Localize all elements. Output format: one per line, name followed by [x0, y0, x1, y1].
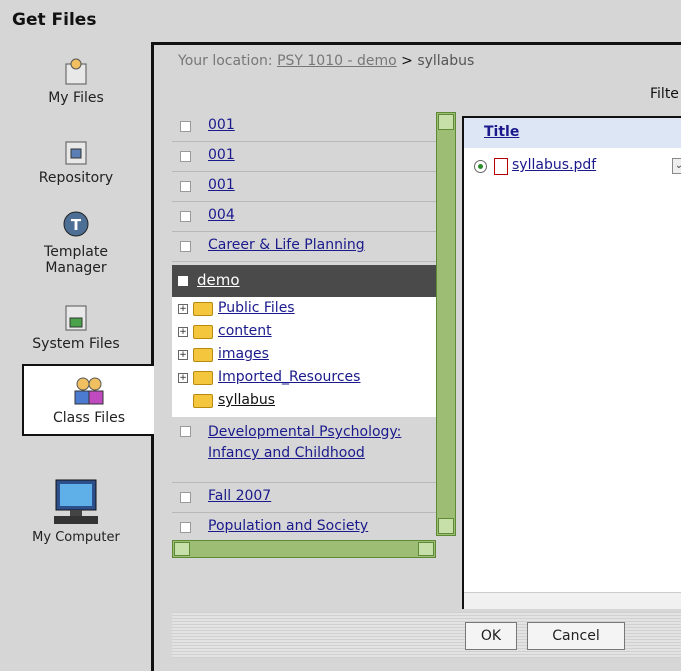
breadcrumb-current: syllabus: [417, 53, 475, 69]
tree-item-link[interactable]: 001: [208, 177, 235, 193]
subfolder-link[interactable]: images: [218, 346, 269, 362]
sidebar-item-repository[interactable]: Repository: [0, 134, 152, 186]
expand-icon[interactable]: +: [178, 350, 188, 360]
title-bar: Get Files: [0, 0, 681, 42]
tree-vertical-scrollbar[interactable]: [436, 112, 456, 536]
scroll-left-icon[interactable]: [174, 542, 190, 556]
filter-label: Filte: [650, 86, 679, 102]
expand-icon[interactable]: +: [178, 327, 188, 337]
open-folder-icon: [193, 394, 213, 408]
sidebar-item-my-files[interactable]: My Files: [0, 54, 152, 106]
tree-node-icon: [180, 181, 191, 192]
user-folder-icon: [65, 58, 87, 85]
sidebar-label: Repository: [38, 170, 114, 186]
sidebar-label: Template Manager: [44, 244, 108, 276]
collapse-node-icon: [178, 276, 188, 286]
users-group-icon: [74, 377, 104, 405]
folder-icon: [193, 348, 213, 362]
tree-node-icon: [180, 151, 191, 162]
tree-item-link[interactable]: Developmental Psychology: Infancy and Ch…: [208, 422, 433, 464]
breadcrumb-course-link[interactable]: PSY 1010 - demo: [277, 53, 397, 69]
sidebar-label: My Files: [48, 90, 104, 106]
computer-icon: [54, 479, 98, 524]
sidebar-item-my-computer[interactable]: My Computer: [0, 478, 152, 546]
breadcrumb-prefix: Your location:: [178, 53, 273, 69]
subfolder-link[interactable]: Public Files: [218, 300, 295, 316]
lock-folder-icon: [65, 141, 87, 165]
tree-item-link[interactable]: demo: [197, 271, 240, 289]
subfolder-link[interactable]: content: [218, 323, 272, 339]
sidebar-item-class-files[interactable]: Class Files: [22, 364, 154, 436]
tree-item-selected[interactable]: demo: [172, 265, 436, 297]
subfolder-list: + Public Files + content + images + Impo…: [172, 297, 436, 417]
tree-item[interactable]: Developmental Psychology: Infancy and Ch…: [172, 417, 436, 483]
tree-item-link[interactable]: 001: [208, 147, 235, 163]
folder-icon: [193, 302, 213, 316]
file-link[interactable]: syllabus.pdf: [512, 157, 596, 173]
tree-item-link[interactable]: 004: [208, 207, 235, 223]
scroll-down-icon[interactable]: [438, 518, 454, 534]
sidebar-item-template-manager[interactable]: T Template Manager: [0, 208, 152, 276]
ok-button[interactable]: OK: [465, 622, 517, 650]
pdf-icon: [494, 158, 508, 175]
subfolder-link[interactable]: syllabus: [218, 392, 275, 408]
tree-item[interactable]: Career & Life Planning: [172, 232, 436, 262]
file-list-horizontal-scrollbar[interactable]: [464, 592, 681, 609]
subfolder-link[interactable]: Imported_Resources: [218, 369, 360, 385]
system-folder-icon: [65, 305, 87, 331]
breadcrumb-separator: >: [401, 53, 413, 69]
download-icon[interactable]: ⌄: [672, 158, 681, 174]
folder-tree: 001 001 001 004 Career & Life Planning d…: [172, 112, 455, 558]
cancel-button[interactable]: Cancel: [527, 622, 625, 650]
tree-node-icon: [180, 211, 191, 222]
tree-node-icon: [180, 241, 191, 252]
tree-item-link[interactable]: Career & Life Planning: [208, 237, 365, 253]
breadcrumb: Your location: PSY 1010 - demo > syllabu…: [178, 53, 474, 69]
sidebar-item-system-files[interactable]: System Files: [0, 300, 152, 352]
file-select-radio[interactable]: [474, 160, 487, 173]
tree-item-link[interactable]: Fall 2007: [208, 488, 271, 504]
tree-item-link[interactable]: Population and Society: [208, 518, 368, 534]
tree-item[interactable]: 004: [172, 202, 436, 232]
expand-icon[interactable]: +: [178, 304, 188, 314]
tree-node-icon: [180, 522, 191, 533]
tree-item-link[interactable]: 001: [208, 117, 235, 133]
file-list: Title syllabus.pdf ⌄: [462, 116, 681, 609]
sidebar-label: System Files: [32, 336, 120, 352]
column-header-title[interactable]: Title: [464, 118, 681, 148]
tree-horizontal-scrollbar[interactable]: [172, 540, 436, 558]
tree-item[interactable]: 001: [172, 142, 436, 172]
tree-item[interactable]: Population and Society: [172, 513, 436, 543]
column-title-label[interactable]: Title: [484, 124, 519, 140]
scroll-up-icon[interactable]: [438, 114, 454, 130]
scroll-right-icon[interactable]: [418, 542, 434, 556]
svg-text:T: T: [71, 216, 82, 234]
tree-node-icon: [180, 426, 191, 437]
folder-icon: [193, 371, 213, 385]
tree-item[interactable]: 001: [172, 112, 436, 142]
folder-icon: [193, 325, 213, 339]
template-icon: T: [63, 211, 89, 237]
tree-node-icon: [180, 121, 191, 132]
expand-icon[interactable]: +: [178, 373, 188, 383]
tree-item[interactable]: Fall 2007: [172, 483, 436, 513]
window-title: Get Files: [12, 10, 97, 30]
tree-node-icon: [180, 492, 191, 503]
sidebar: My Files Repository T Template Manager S…: [0, 42, 154, 671]
sidebar-label: Class Files: [52, 410, 125, 426]
tree-item[interactable]: 001: [172, 172, 436, 202]
sidebar-label: My Computer: [32, 530, 120, 545]
